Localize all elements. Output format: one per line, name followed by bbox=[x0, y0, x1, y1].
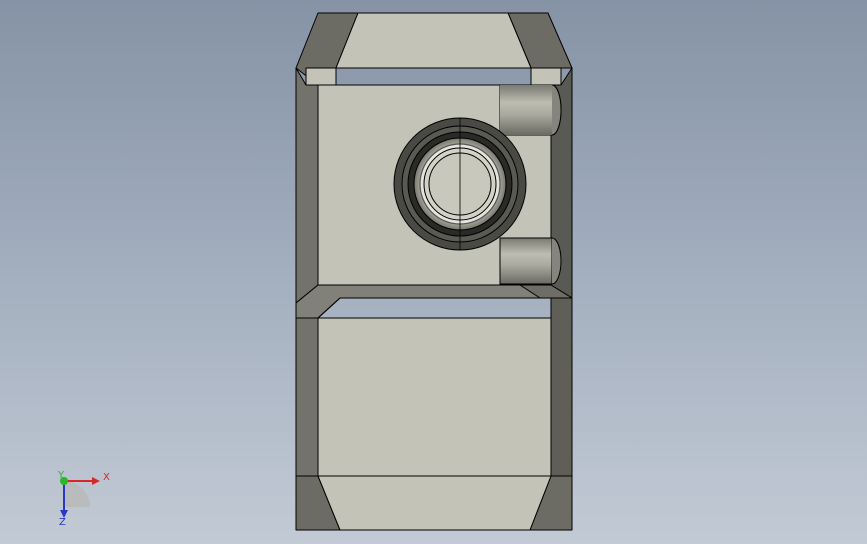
y-axis-label: Y bbox=[57, 470, 65, 481]
z-axis-label: Z bbox=[59, 517, 66, 528]
left-side-face-lower bbox=[295, 302, 319, 477]
right-side-face-lower bbox=[550, 297, 573, 477]
graphics-viewport[interactable]: X Y Z bbox=[0, 0, 867, 544]
lower-front-face bbox=[317, 317, 552, 477]
top-lip-left bbox=[305, 67, 337, 86]
coordinate-triad: X Y Z bbox=[57, 470, 110, 528]
left-side-face-upper bbox=[295, 67, 319, 304]
top-face bbox=[335, 12, 532, 69]
counterbore-hole[interactable] bbox=[393, 117, 527, 251]
top-lip-right bbox=[530, 67, 562, 86]
lower-boss[interactable] bbox=[499, 237, 562, 285]
x-axis-label: X bbox=[103, 472, 110, 483]
upper-boss[interactable] bbox=[499, 84, 562, 136]
bottom-face bbox=[317, 475, 552, 531]
model-view[interactable]: X Y Z bbox=[0, 0, 867, 544]
